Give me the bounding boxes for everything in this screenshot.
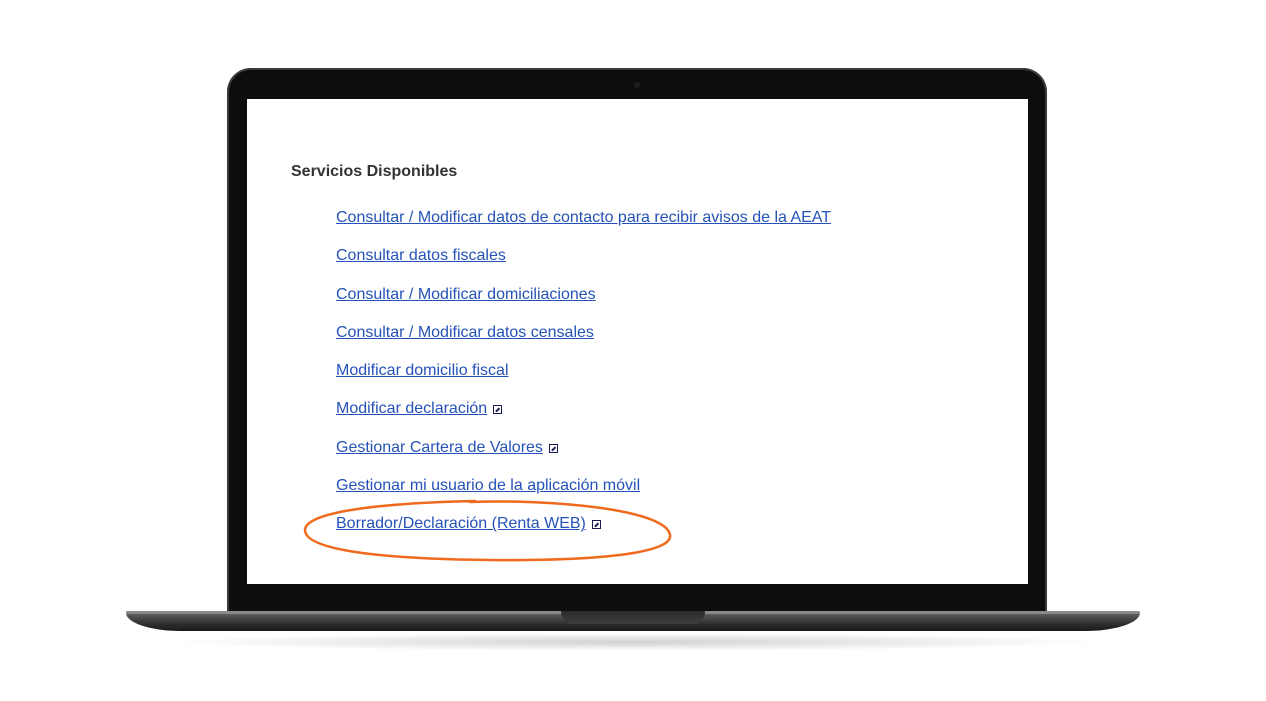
services-list: Consultar / Modificar datos de contacto … — [336, 209, 831, 554]
service-item: Consultar / Modificar datos censales — [336, 324, 831, 362]
external-link-icon[interactable] — [591, 520, 601, 530]
laptop-shadow — [160, 633, 1106, 651]
service-item: Gestionar mi usuario de la aplicación mó… — [336, 477, 831, 515]
service-link-census-data[interactable]: Consultar / Modificar datos censales — [336, 324, 594, 341]
service-item: Gestionar Cartera de Valores — [336, 439, 831, 477]
section-title: Servicios Disponibles — [291, 163, 458, 180]
camera-icon — [634, 82, 640, 88]
service-link-direct-debits[interactable]: Consultar / Modificar domiciliaciones — [336, 286, 596, 303]
laptop-mockup: Servicios Disponibles Consultar / Modifi… — [0, 0, 1266, 701]
service-link-contact-data[interactable]: Consultar / Modificar datos de contacto … — [336, 209, 831, 226]
service-item: Consultar datos fiscales — [336, 247, 831, 285]
laptop-opening-notch — [561, 611, 705, 624]
service-link-fiscal-data[interactable]: Consultar datos fiscales — [336, 247, 506, 264]
browser-screen: Servicios Disponibles Consultar / Modifi… — [247, 99, 1028, 584]
service-item: Modificar declaración — [336, 400, 831, 438]
service-link-renta-web[interactable]: Borrador/Declaración (Renta WEB) — [336, 515, 586, 532]
service-link-mobile-app-user[interactable]: Gestionar mi usuario de la aplicación mó… — [336, 477, 640, 494]
service-link-securities-portfolio[interactable]: Gestionar Cartera de Valores — [336, 439, 543, 456]
service-item: Modificar domicilio fiscal — [336, 362, 831, 400]
external-link-icon[interactable] — [493, 405, 503, 415]
service-item: Consultar / Modificar domiciliaciones — [336, 286, 831, 324]
service-item: Borrador/Declaración (Renta WEB) — [336, 515, 831, 553]
service-link-modify-declaration[interactable]: Modificar declaración — [336, 400, 487, 417]
external-link-icon[interactable] — [548, 443, 558, 453]
service-link-fiscal-address[interactable]: Modificar domicilio fiscal — [336, 362, 509, 379]
service-item: Consultar / Modificar datos de contacto … — [336, 209, 831, 247]
